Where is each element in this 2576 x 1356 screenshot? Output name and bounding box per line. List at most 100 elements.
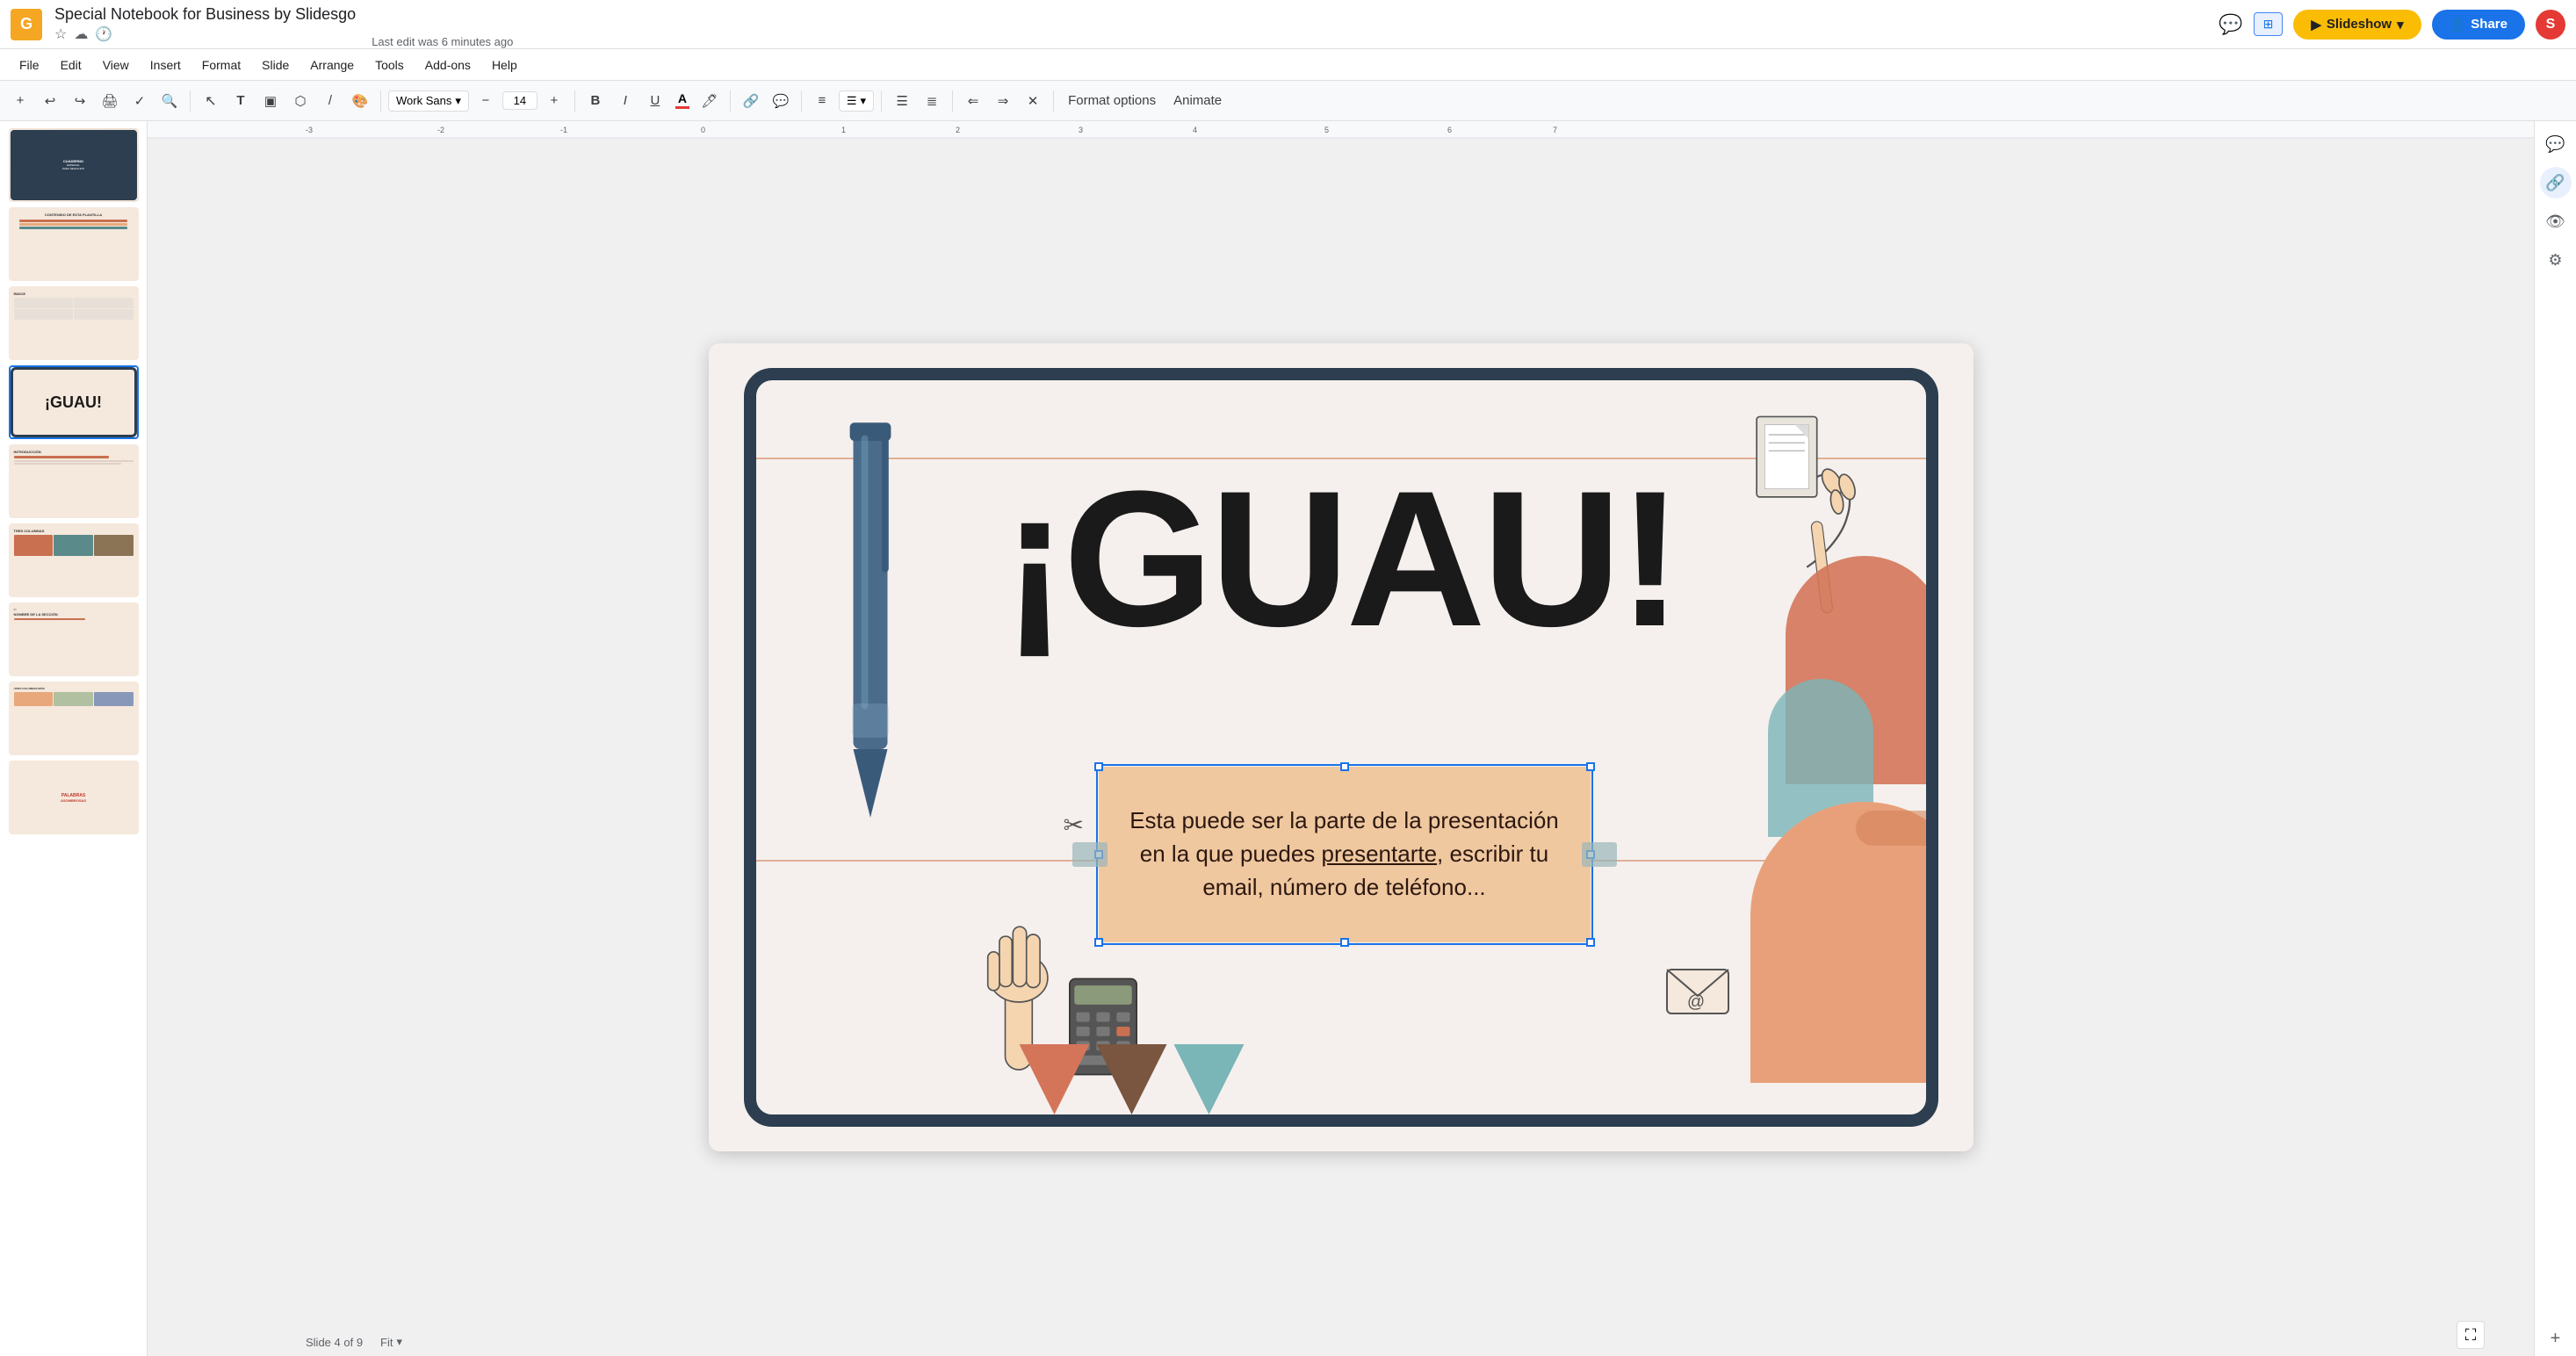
- thumb-content-2: CONTENIDO DE ESTA PLANTILLA: [11, 209, 137, 279]
- slide-thumb-3[interactable]: ÍNDICE: [9, 286, 139, 360]
- line-tool[interactable]: /: [317, 88, 343, 114]
- title-icons: ☆ ☁ 🕐: [54, 25, 356, 43]
- text-tool[interactable]: T: [227, 88, 254, 114]
- image-tool[interactable]: ▣: [257, 88, 284, 114]
- divider-6: [881, 90, 882, 112]
- sidebar-eye-icon[interactable]: 👁: [2540, 206, 2572, 237]
- zoom-button[interactable]: 🔍: [156, 88, 183, 114]
- menu-insert[interactable]: Insert: [141, 54, 190, 76]
- slide-thumb-2[interactable]: CONTENIDO DE ESTA PLANTILLA: [9, 207, 139, 281]
- font-size-decrease[interactable]: −: [473, 88, 499, 114]
- print-button[interactable]: 🖨: [97, 88, 123, 114]
- version-history-button[interactable]: ⊞: [2254, 12, 2284, 36]
- chevron-icon: ▾: [397, 1335, 403, 1349]
- menu-help[interactable]: Help: [483, 54, 526, 76]
- chevron-down-icon: ▾: [2397, 17, 2404, 32]
- undo-button[interactable]: ↩: [37, 88, 63, 114]
- play-icon: ▶: [2311, 17, 2321, 32]
- expand-button[interactable]: ⛶: [2457, 1321, 2485, 1349]
- format-options-button[interactable]: Format options: [1061, 88, 1163, 114]
- slide-thumb-1[interactable]: CUADERNO ESPECIAL PARA NEGOCIOS: [9, 128, 139, 202]
- slide-thumb-7[interactable]: 01 NOMBRE DE LA SECCIÓN: [9, 602, 139, 676]
- shapes-tool[interactable]: ⬡: [287, 88, 314, 114]
- font-size-increase[interactable]: +: [541, 88, 567, 114]
- menu-arrange[interactable]: Arrange: [301, 54, 363, 76]
- bottom-banners: [1020, 1044, 1245, 1114]
- right-sidebar: 💬 🔗 👁 ⚙ +: [2534, 121, 2576, 1356]
- last-edit-text: Last edit was 6 minutes ago: [372, 35, 513, 48]
- comments-button[interactable]: 💬: [2219, 13, 2242, 36]
- thumb-content-8: ¡TRES COLUMNAS MÁS!: [11, 683, 137, 754]
- thumb-content-5: INTRODUCCIÓN: [11, 446, 137, 516]
- sidebar-link-icon[interactable]: 🔗: [2540, 167, 2572, 198]
- menu-tools[interactable]: Tools: [366, 54, 413, 76]
- indent-increase[interactable]: ⇒: [990, 88, 1016, 114]
- cloud-icon[interactable]: ☁: [74, 25, 88, 43]
- italic-button[interactable]: I: [612, 88, 639, 114]
- slide-thumb-wrapper-1: 1 CUADERNO ESPECIAL PARA NEGOCIOS: [4, 128, 143, 202]
- thumb-content-7: 01 NOMBRE DE LA SECCIÓN: [11, 604, 137, 674]
- menu-addons[interactable]: Add-ons: [416, 54, 480, 76]
- slide-canvas[interactable]: ¡GUAU!: [709, 343, 1973, 1151]
- svg-text:2: 2: [956, 126, 960, 134]
- font-family-dropdown[interactable]: Work Sans ▾: [388, 90, 469, 112]
- slide-thumb-5[interactable]: INTRODUCCIÓN: [9, 444, 139, 518]
- slide-thumb-6[interactable]: TRES COLUMNAS: [9, 523, 139, 597]
- top-bar: G Special Notebook for Business by Slide…: [0, 0, 2576, 49]
- thumb-content-3: ÍNDICE: [11, 288, 137, 358]
- font-size-input[interactable]: [502, 91, 538, 110]
- fit-label: Fit: [380, 1336, 393, 1349]
- bottom-actions: ⛶: [2457, 1321, 2485, 1349]
- align-dropdown[interactable]: ☰▾: [839, 90, 874, 112]
- slide-panel: 1 CUADERNO ESPECIAL PARA NEGOCIOS 2: [0, 121, 148, 1356]
- menu-view[interactable]: View: [94, 54, 138, 76]
- scissors-icon: ✂: [1064, 811, 1084, 840]
- cursor-tool[interactable]: ↖: [198, 88, 224, 114]
- svg-text:6: 6: [1447, 126, 1452, 134]
- link-button[interactable]: 🔗: [738, 88, 764, 114]
- share-icon: 👤: [2450, 17, 2466, 32]
- align-left[interactable]: ≡: [809, 88, 835, 114]
- menu-bar: File Edit View Insert Format Slide Arran…: [0, 49, 2576, 81]
- slide-thumb-8[interactable]: ¡TRES COLUMNAS MÁS!: [9, 682, 139, 755]
- svg-text:-2: -2: [437, 126, 444, 134]
- history-icon[interactable]: 🕐: [95, 25, 112, 43]
- clear-formatting[interactable]: ✕: [1020, 88, 1046, 114]
- spellcheck-button[interactable]: ✓: [126, 88, 153, 114]
- divider-1: [190, 90, 191, 112]
- slide-thumb-9[interactable]: PALABRAS ASOMBROSAS: [9, 761, 139, 834]
- menu-file[interactable]: File: [11, 54, 48, 76]
- sidebar-comments-icon[interactable]: 💬: [2540, 128, 2572, 160]
- menu-format[interactable]: Format: [193, 54, 249, 76]
- slideshow-button[interactable]: ▶ Slideshow ▾: [2293, 10, 2421, 40]
- menu-slide[interactable]: Slide: [253, 54, 298, 76]
- zoom-level[interactable]: Fit ▾: [380, 1335, 402, 1349]
- add-button[interactable]: +: [7, 88, 33, 114]
- animate-button[interactable]: Animate: [1166, 88, 1229, 114]
- menu-edit[interactable]: Edit: [52, 54, 90, 76]
- list-unordered[interactable]: ≣: [919, 88, 945, 114]
- list-ordered[interactable]: ☰: [889, 88, 915, 114]
- star-icon[interactable]: ☆: [54, 25, 67, 43]
- slide-thumb-wrapper-8: 8 ¡TRES COLUMNAS MÁS!: [4, 682, 143, 755]
- canvas-area[interactable]: -3 -2 -1 0 1 2 3 4 5 6 7: [148, 121, 2534, 1356]
- comment-button[interactable]: 💬: [768, 88, 794, 114]
- indent-decrease[interactable]: ⇐: [960, 88, 986, 114]
- thumb-content-4: ¡GUAU!: [11, 367, 137, 437]
- share-button[interactable]: 👤 Share: [2432, 10, 2525, 40]
- highlight-button[interactable]: 🖊: [696, 88, 723, 114]
- paint-tool[interactable]: 🎨: [347, 88, 373, 114]
- redo-button[interactable]: ↪: [67, 88, 93, 114]
- underline-button[interactable]: U: [642, 88, 668, 114]
- bold-button[interactable]: B: [582, 88, 609, 114]
- avatar[interactable]: S: [2536, 10, 2565, 40]
- statusbar: Slide 4 of 9 Fit ▾: [306, 1335, 402, 1349]
- sidebar-settings-icon[interactable]: ⚙: [2540, 244, 2572, 276]
- slide-thumb-4[interactable]: ¡GUAU!: [9, 365, 139, 439]
- sticky-note[interactable]: Esta puede ser la parte de la presentaci…: [1099, 767, 1591, 942]
- svg-text:4: 4: [1193, 126, 1197, 134]
- font-color-button[interactable]: A: [672, 90, 693, 111]
- top-right-actions: 💬 ⊞ ▶ Slideshow ▾ 👤 Share S: [2219, 10, 2565, 40]
- sticky-text: Esta puede ser la parte de la presentaci…: [1125, 804, 1564, 904]
- expand-sidebar-icon[interactable]: +: [2551, 1329, 2561, 1349]
